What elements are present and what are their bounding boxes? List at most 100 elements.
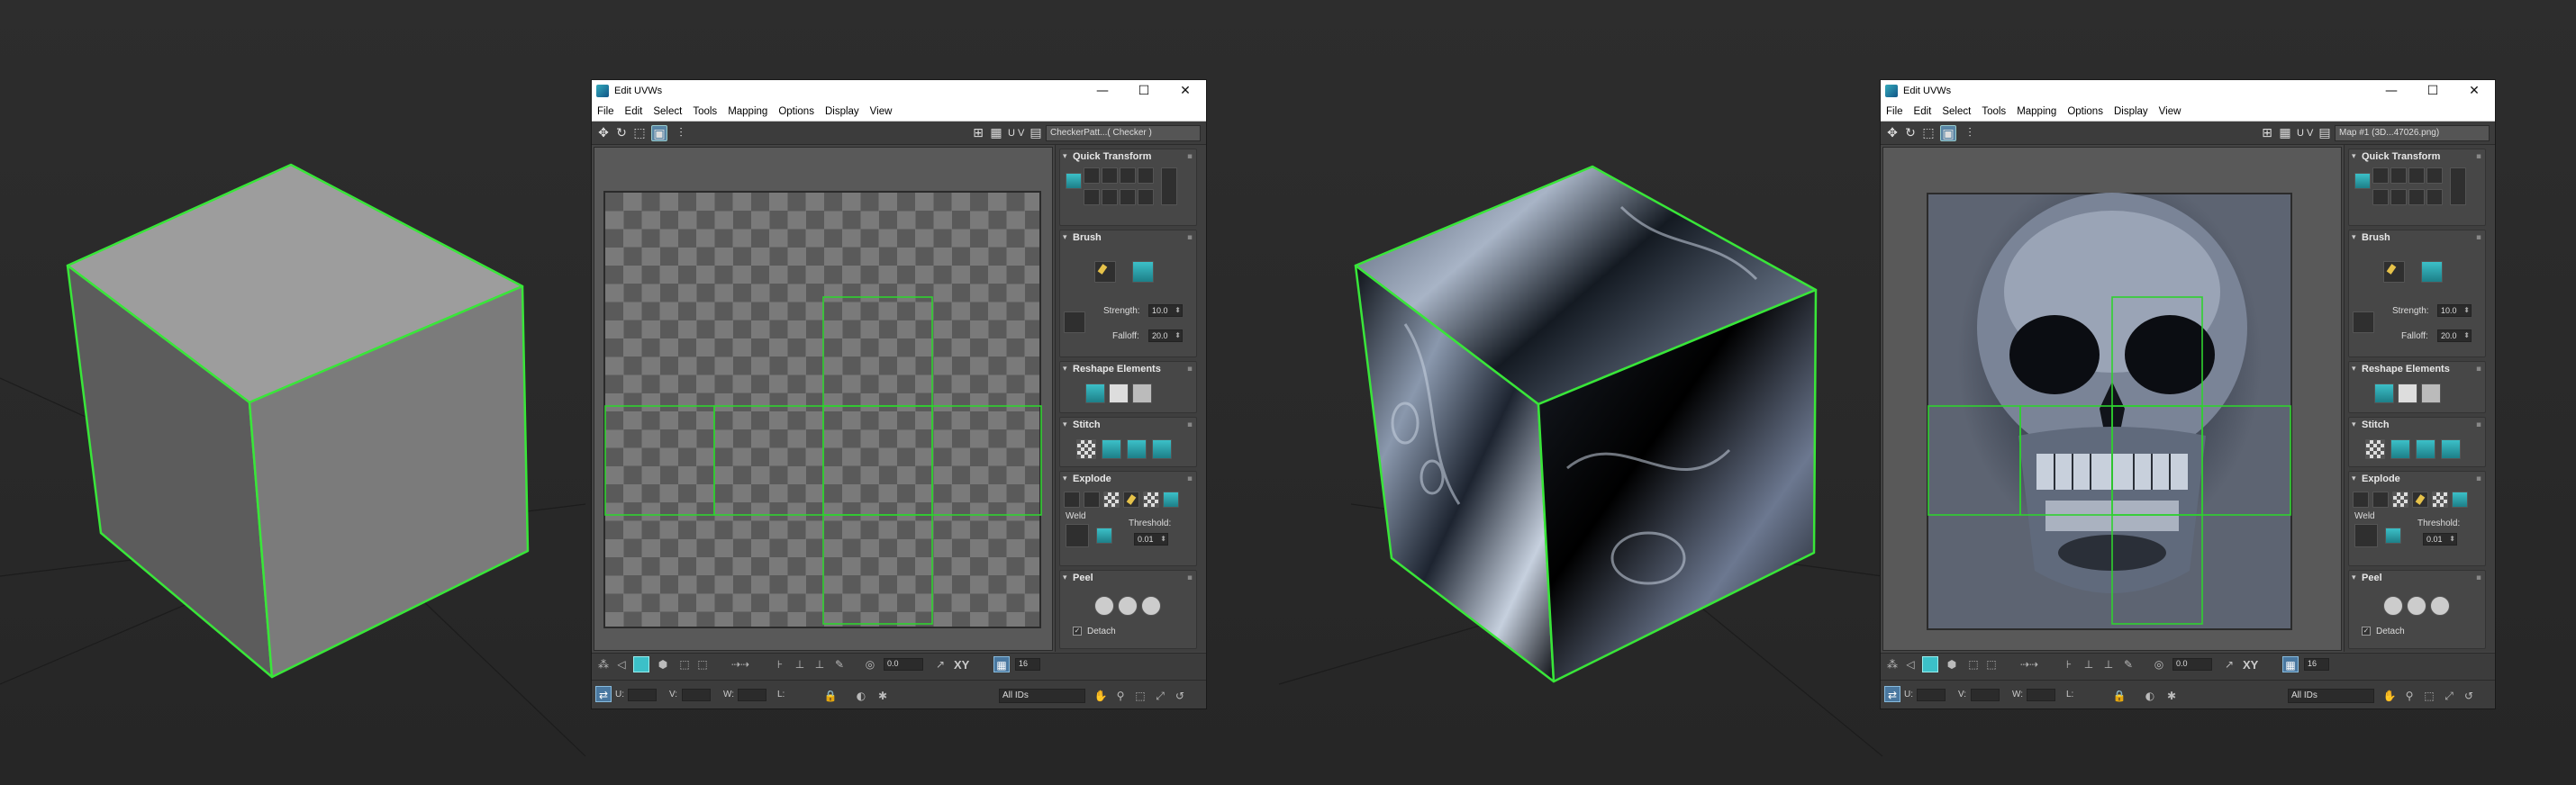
stitch-target-icon[interactable]: [1127, 439, 1147, 459]
straighten-icon[interactable]: [1120, 189, 1136, 205]
show-map-icon[interactable]: ⊞: [970, 125, 986, 141]
soft-select-icon[interactable]: ◎: [2151, 656, 2167, 672]
stitch-average-icon[interactable]: [1102, 439, 1121, 459]
map-selector-dropdown[interactable]: Map #1 (3D...47026.png): [2335, 125, 2490, 141]
space-h-icon[interactable]: [2372, 189, 2389, 205]
falloff-curve-icon[interactable]: ↗: [932, 656, 948, 672]
detach-checkbox[interactable]: ✓: [2362, 627, 2371, 636]
paint-select-icon[interactable]: ⊥: [2081, 656, 2097, 672]
uv-axis-label[interactable]: U V: [2297, 125, 2313, 141]
freeze-icon[interactable]: ✱: [875, 688, 891, 704]
scale-icon[interactable]: ⬚: [1920, 125, 1937, 141]
distribute-icon[interactable]: [1120, 167, 1136, 184]
reshape-header[interactable]: Reshape Elements▪: [2349, 362, 2485, 376]
stitch-header[interactable]: Stitch▪: [1060, 418, 1196, 432]
peel-mode-icon[interactable]: [2407, 596, 2426, 616]
zoom-icon[interactable]: ⚲: [1112, 688, 1129, 704]
relax-by-polygon-icon[interactable]: [1132, 383, 1152, 403]
paint-brush-icon[interactable]: [1094, 261, 1116, 283]
menu-mapping[interactable]: Mapping: [2011, 106, 2062, 117]
pivot-icon[interactable]: [1138, 189, 1154, 205]
w-field[interactable]: [738, 689, 766, 701]
uv-editor-viewport[interactable]: [1882, 147, 2342, 651]
transform-options-icon[interactable]: [1161, 167, 1177, 205]
falloff-curve-icon[interactable]: ↗: [2221, 656, 2237, 672]
move-icon[interactable]: ✥: [595, 125, 612, 141]
falloff-spinner[interactable]: 20.0: [2437, 329, 2472, 342]
rotate-90-icon[interactable]: [2426, 167, 2443, 184]
weld-selected-icon[interactable]: [1066, 524, 1089, 547]
quick-transform-header[interactable]: Quick Transform▪: [1060, 149, 1196, 164]
weld-selected-icon[interactable]: [2354, 524, 2378, 547]
flatten-custom-icon[interactable]: [2452, 492, 2468, 508]
xy-label[interactable]: XY: [2243, 658, 2258, 672]
stitch-custom-icon[interactable]: [1152, 439, 1172, 459]
lock-icon[interactable]: 🔒: [2111, 688, 2127, 704]
menu-view[interactable]: View: [2154, 106, 2187, 117]
edge-mode-icon[interactable]: ◁: [1902, 656, 1918, 672]
pan-icon[interactable]: ✋: [1093, 688, 1109, 704]
menu-file[interactable]: File: [592, 106, 620, 117]
lock-icon[interactable]: 🔒: [822, 688, 839, 704]
relax-icon[interactable]: [2398, 383, 2417, 403]
grid-snap-icon[interactable]: ▦: [2282, 656, 2299, 672]
maximize-button[interactable]: ☐: [1123, 80, 1165, 102]
explode-to-smoothing-icon[interactable]: [2372, 492, 2389, 508]
close-button[interactable]: ✕: [1165, 80, 1206, 102]
coordinate-lock-icon[interactable]: ⇄: [595, 686, 612, 702]
reset-peel-icon[interactable]: [2430, 596, 2450, 616]
id-filter-dropdown[interactable]: All IDs: [2288, 689, 2374, 703]
ring-loop-icon[interactable]: ⇢⇢: [2007, 656, 2052, 672]
menu-edit[interactable]: Edit: [1909, 106, 1937, 117]
show-map-icon[interactable]: ⊞: [2259, 125, 2275, 141]
brush-select-icon[interactable]: ✎: [2120, 656, 2136, 672]
scale-icon[interactable]: ⬚: [631, 125, 648, 141]
pivot-icon[interactable]: [2426, 189, 2443, 205]
id-filter-dropdown[interactable]: All IDs: [999, 689, 1085, 703]
menu-mapping[interactable]: Mapping: [722, 106, 773, 117]
flatten-custom-icon[interactable]: [1163, 492, 1179, 508]
freeze-icon[interactable]: ✱: [2163, 688, 2180, 704]
falloff-spinner[interactable]: 20.0: [1148, 329, 1183, 342]
menu-tools[interactable]: Tools: [687, 106, 722, 117]
stitch-source-icon[interactable]: [1076, 439, 1096, 459]
paint-select-icon[interactable]: ⊥: [792, 656, 808, 672]
strength-spinner[interactable]: 10.0: [1148, 304, 1183, 317]
space-v-icon[interactable]: [2390, 189, 2407, 205]
break-icon[interactable]: [2353, 492, 2369, 508]
brush-select-icon[interactable]: ✎: [831, 656, 848, 672]
align-icon[interactable]: [2354, 173, 2371, 189]
w-field[interactable]: [2027, 689, 2055, 701]
uv-axis-label[interactable]: U V: [1008, 125, 1024, 141]
peel-mode-icon[interactable]: [1118, 596, 1138, 616]
explode-header[interactable]: Explode▪: [2349, 472, 2485, 486]
rotate-icon[interactable]: ↻: [613, 125, 630, 141]
hide-icon[interactable]: ◐: [2142, 688, 2158, 704]
explode-to-materials-icon[interactable]: [1103, 492, 1120, 508]
detach-checkbox[interactable]: ✓: [1073, 627, 1082, 636]
paint-brush-icon[interactable]: [2383, 261, 2405, 283]
element-mode-icon[interactable]: ⬢: [655, 656, 671, 672]
select-shrink-icon[interactable]: ⬚: [694, 656, 711, 672]
snap-icon[interactable]: ↺: [1172, 688, 1188, 704]
select-shrink-icon[interactable]: ⬚: [1983, 656, 2000, 672]
pin-icon[interactable]: ⊦: [772, 656, 788, 672]
align-h-icon[interactable]: [1084, 167, 1100, 184]
zoom-extents-icon[interactable]: ⤢: [2441, 688, 2457, 704]
vertex-mode-icon[interactable]: ⁂: [1884, 656, 1900, 672]
snap-icon[interactable]: ↺: [2461, 688, 2477, 704]
v-field[interactable]: [1971, 689, 2000, 701]
checker-toggle-icon[interactable]: ▦: [2277, 125, 2293, 141]
pin-icon[interactable]: ⊦: [2061, 656, 2077, 672]
polygon-mode-icon[interactable]: [1922, 656, 1938, 672]
select-grow-icon[interactable]: ⬚: [676, 656, 693, 672]
align-h-icon[interactable]: [2372, 167, 2389, 184]
menu-select[interactable]: Select: [648, 106, 687, 117]
zoom-region-icon[interactable]: ⬚: [2421, 688, 2437, 704]
freeform-icon[interactable]: ▣: [1940, 125, 1956, 141]
align-v-icon[interactable]: [2390, 167, 2407, 184]
polygon-mode-icon[interactable]: [633, 656, 649, 672]
threshold-spinner[interactable]: 0.01: [1134, 533, 1168, 546]
angle-field[interactable]: 0.0: [2172, 658, 2212, 671]
relax-brush-icon[interactable]: [2421, 261, 2443, 283]
